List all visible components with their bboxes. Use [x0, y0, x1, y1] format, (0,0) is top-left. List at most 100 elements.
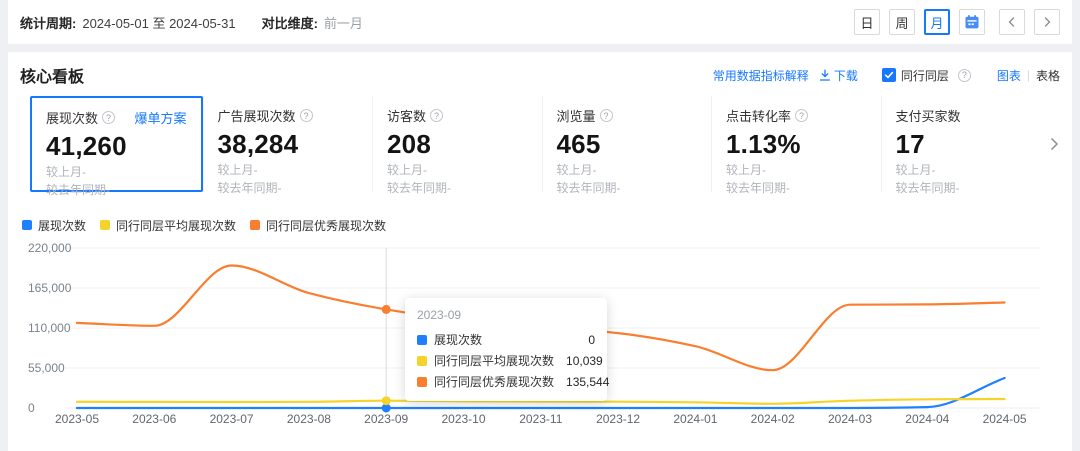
- metric-card-paying-buyers[interactable]: 支付买家数 17 较上月- 较去年同期-: [881, 96, 1051, 192]
- legend-swatch-yellow: [100, 220, 110, 230]
- card-value: 38,284: [218, 129, 359, 160]
- svg-text:2023-09: 2023-09: [364, 412, 408, 426]
- peer-layer-checkbox[interactable]: [882, 68, 896, 82]
- card-title: 广告展现次数?: [218, 106, 313, 125]
- svg-text:165,000: 165,000: [28, 281, 72, 295]
- granularity-month-button[interactable]: 月: [924, 9, 950, 35]
- legend-item-peer-excellent[interactable]: 同行同层优秀展现次数: [250, 217, 386, 234]
- card-title: 展现次数?: [46, 108, 115, 127]
- svg-text:110,000: 110,000: [28, 321, 71, 335]
- svg-text:2023-10: 2023-10: [441, 412, 485, 426]
- legend-swatch-blue: [22, 220, 32, 230]
- card-compare-month: 较上月-: [726, 163, 867, 178]
- calendar-icon: [964, 14, 980, 30]
- previous-period-button[interactable]: [999, 9, 1025, 35]
- svg-text:2023-11: 2023-11: [519, 412, 562, 426]
- date-picker-button[interactable]: [959, 9, 985, 35]
- card-title: 点击转化率?: [726, 106, 808, 125]
- help-icon[interactable]: ?: [102, 111, 115, 124]
- svg-text:2024-01: 2024-01: [673, 412, 717, 426]
- tooltip-title: 2023-09: [417, 308, 595, 322]
- panel-title: 核心看板: [20, 63, 84, 87]
- svg-text:0: 0: [28, 401, 35, 415]
- card-compare-year: 较去年同期-: [557, 181, 698, 196]
- tooltip-rows: 展现次数0 同行同层平均展现次数10,039 同行同层优秀展现次数135,544: [417, 331, 595, 390]
- table-view-tab[interactable]: 表格: [1036, 67, 1060, 84]
- metric-card-pageviews[interactable]: 浏览量? 465 较上月- 较去年同期-: [542, 96, 712, 192]
- chart-legend: 展现次数 同行同层平均展现次数 同行同层优秀展现次数: [22, 218, 1060, 232]
- compare-value: 前一月: [324, 13, 363, 32]
- filter-bar: 统计周期: 2024-05-01 至 2024-05-31 对比维度: 前一月 …: [8, 0, 1072, 44]
- view-toggle: 图表 | 表格: [997, 67, 1060, 84]
- card-compare-year: 较去年同期-: [896, 181, 1037, 196]
- metric-card-click-conversion[interactable]: 点击转化率? 1.13% 较上月- 较去年同期-: [711, 96, 881, 192]
- svg-text:55,000: 55,000: [28, 361, 65, 375]
- card-compare-month: 较上月-: [896, 163, 1037, 178]
- chevron-left-icon: [1006, 16, 1018, 28]
- metric-card-ad-impressions[interactable]: 广告展现次数? 38,284 较上月- 较去年同期-: [203, 96, 373, 192]
- help-icon[interactable]: ?: [600, 109, 613, 122]
- view-toggle-separator: |: [1027, 68, 1030, 82]
- granularity-controls: 日 周 月: [854, 9, 1060, 35]
- tooltip-row: 同行同层平均展现次数10,039: [417, 352, 595, 369]
- card-value: 1.13%: [726, 129, 867, 160]
- compare-label: 对比维度:: [262, 13, 318, 32]
- chart-tooltip: 2023-09 展现次数0 同行同层平均展现次数10,039 同行同层优秀展现次数1…: [405, 298, 607, 401]
- card-value: 465: [557, 129, 698, 160]
- download-link[interactable]: 下载: [819, 67, 858, 84]
- period-value: 2024-05-01 至 2024-05-31: [82, 13, 235, 32]
- metric-card-visitors[interactable]: 访客数? 208 较上月- 较去年同期-: [372, 96, 542, 192]
- period-info: 统计周期: 2024-05-01 至 2024-05-31 对比维度: 前一月: [20, 13, 363, 32]
- svg-text:2023-12: 2023-12: [596, 412, 640, 426]
- card-compare-month: 较上月-: [46, 165, 187, 180]
- core-dashboard-panel: 核心看板 常用数据指标解释 下载 同行同层 ?: [8, 52, 1072, 451]
- help-icon[interactable]: ?: [795, 109, 808, 122]
- chart-view-tab[interactable]: 图表: [997, 67, 1021, 84]
- tooltip-row: 同行同层优秀展现次数135,544: [417, 373, 595, 390]
- metric-cards: 展现次数? 爆单方案 41,260 较上月- 较去年同期- 广告展现次数? 38…: [30, 96, 1050, 192]
- analytics-dashboard: 统计周期: 2024-05-01 至 2024-05-31 对比维度: 前一月 …: [0, 0, 1080, 451]
- peer-layer-toggle: 同行同层 ?: [882, 67, 971, 84]
- download-icon: [819, 69, 831, 82]
- chevron-right-icon: [1047, 137, 1061, 151]
- metric-help-link[interactable]: 常用数据指标解释: [713, 67, 809, 84]
- svg-text:2023-06: 2023-06: [132, 412, 176, 426]
- card-title: 支付买家数: [896, 106, 961, 125]
- legend-item-peer-average[interactable]: 同行同层平均展现次数: [100, 217, 236, 234]
- card-compare-month: 较上月-: [387, 163, 528, 178]
- hot-sale-plan-link[interactable]: 爆单方案: [134, 108, 186, 127]
- legend-item-impressions[interactable]: 展现次数: [22, 217, 86, 234]
- check-icon: [884, 70, 894, 80]
- svg-text:2024-02: 2024-02: [751, 412, 795, 426]
- chevron-right-icon: [1041, 16, 1053, 28]
- svg-text:2023-08: 2023-08: [287, 412, 331, 426]
- help-icon[interactable]: ?: [430, 109, 443, 122]
- card-value: 17: [896, 129, 1037, 160]
- next-period-button[interactable]: [1034, 9, 1060, 35]
- help-icon[interactable]: ?: [300, 109, 313, 122]
- card-compare-year: 较去年同期-: [726, 181, 867, 196]
- granularity-week-button[interactable]: 周: [889, 9, 915, 35]
- trend-chart-area: 0 55,000 110,000 165,000 220,000 2023-05 2023-…: [20, 234, 1060, 430]
- card-value: 208: [387, 129, 528, 160]
- peer-layer-label: 同行同层: [901, 67, 949, 84]
- panel-header: 核心看板 常用数据指标解释 下载 同行同层 ?: [20, 62, 1060, 88]
- card-title: 浏览量?: [557, 106, 613, 125]
- tooltip-row: 展现次数0: [417, 331, 595, 348]
- svg-text:2024-04: 2024-04: [905, 412, 949, 426]
- svg-text:2023-07: 2023-07: [210, 412, 254, 426]
- granularity-day-button[interactable]: 日: [854, 9, 880, 35]
- svg-text:220,000: 220,000: [28, 241, 72, 255]
- card-title: 访客数?: [387, 106, 443, 125]
- svg-text:2023-05: 2023-05: [55, 412, 99, 426]
- svg-text:2024-03: 2024-03: [828, 412, 872, 426]
- legend-swatch-orange: [250, 220, 260, 230]
- card-compare-year: 较去年同期-: [387, 181, 528, 196]
- period-label: 统计周期:: [20, 13, 76, 32]
- section-divider: [0, 44, 1080, 52]
- cards-next-button[interactable]: [1044, 132, 1064, 156]
- card-value: 41,260: [46, 131, 187, 162]
- help-icon[interactable]: ?: [958, 69, 971, 82]
- metric-card-impressions[interactable]: 展现次数? 爆单方案 41,260 较上月- 较去年同期-: [30, 96, 203, 192]
- card-compare-month: 较上月-: [557, 163, 698, 178]
